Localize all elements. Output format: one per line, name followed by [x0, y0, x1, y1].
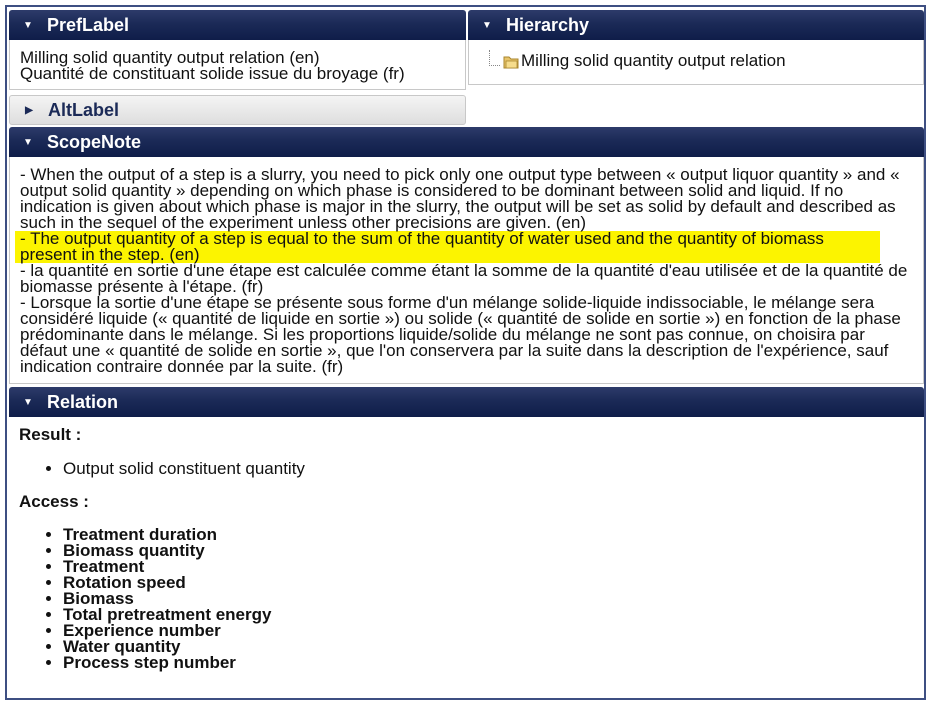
tree-connector — [489, 50, 500, 66]
preflabel-body: Milling solid quantity output relation (… — [9, 40, 466, 90]
hierarchy-body: Milling solid quantity output relation — [468, 40, 924, 85]
access-item[interactable]: Rotation speed — [63, 574, 914, 591]
result-list: Output solid constituent quantity — [19, 460, 914, 477]
access-label: Access : — [19, 492, 89, 511]
access-list: Treatment duration Biomass quantity Trea… — [19, 526, 914, 671]
triangle-down-icon[interactable]: ▼ — [9, 397, 47, 408]
scopenote-header[interactable]: ▼ ScopeNote — [9, 127, 924, 157]
preflabel-title: PrefLabel — [47, 14, 130, 35]
triangle-down-icon[interactable]: ▼ — [9, 20, 47, 31]
preflabel-fr: Quantité de constituant solide issue du … — [20, 64, 405, 83]
access-item[interactable]: Treatment — [63, 558, 914, 575]
relation-body: Result : Output solid constituent quanti… — [9, 417, 924, 697]
access-item[interactable]: Process step number — [63, 654, 914, 671]
hierarchy-title: Hierarchy — [506, 14, 590, 35]
result-label: Result : — [19, 425, 82, 444]
relation-title: Relation — [47, 391, 119, 412]
triangle-down-icon[interactable]: ▼ — [468, 20, 506, 31]
scopenote-paragraph-highlighted: - The output quantity of a step is equal… — [15, 230, 880, 263]
relation-header[interactable]: ▼ Relation — [9, 387, 924, 417]
hierarchy-header[interactable]: ▼ Hierarchy — [468, 10, 924, 40]
scopenote-body: - When the output of a step is a slurry,… — [9, 157, 924, 384]
preflabel-header[interactable]: ▼ PrefLabel — [9, 10, 466, 40]
access-item[interactable]: Experience number — [63, 622, 914, 639]
scopenote-paragraph: - When the output of a step is a slurry,… — [20, 165, 900, 232]
scopenote-title: ScopeNote — [47, 131, 142, 152]
window-frame: ▼ PrefLabel Milling solid quantity outpu… — [5, 5, 926, 700]
scopenote-paragraph: - la quantité en sortie d'une étape est … — [20, 261, 908, 296]
triangle-down-icon[interactable]: ▼ — [9, 137, 47, 148]
result-item[interactable]: Output solid constituent quantity — [63, 460, 914, 477]
altlabel-header[interactable]: ▶ AltLabel — [9, 95, 466, 125]
folder-icon — [503, 56, 519, 69]
access-item[interactable]: Biomass quantity — [63, 542, 914, 559]
scopenote-paragraph: - Lorsque la sortie d'une étape se prése… — [20, 293, 901, 376]
triangle-right-icon[interactable]: ▶ — [10, 105, 48, 116]
hierarchy-node[interactable]: Milling solid quantity output relation — [521, 52, 786, 69]
altlabel-title: AltLabel — [48, 99, 120, 120]
